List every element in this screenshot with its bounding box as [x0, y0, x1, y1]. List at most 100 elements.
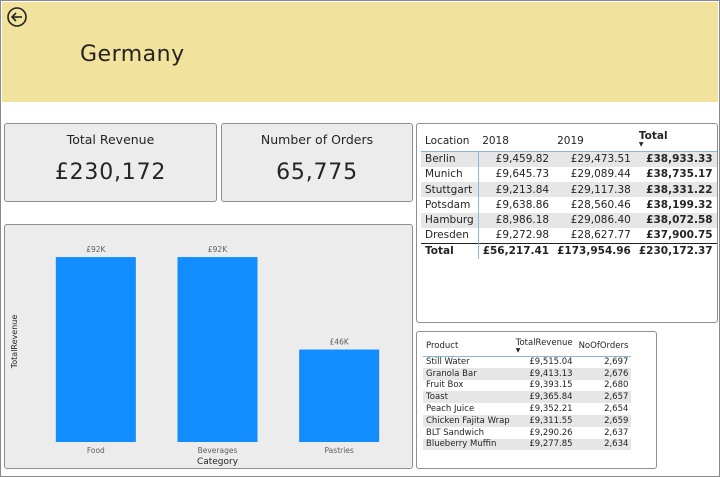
table-row[interactable]: Chicken Fajita Wrap £9,311.55 2,659: [423, 414, 632, 427]
table-row[interactable]: Toast £9,365.84 2,657: [423, 391, 632, 404]
table-row[interactable]: Stuttgart £9,213.84 £29,117.38 £38,331.22: [421, 182, 717, 198]
bar-beverages[interactable]: [177, 257, 258, 442]
product-name-cell: Peach Juice: [426, 404, 475, 415]
table-cell: £9,290.26: [529, 427, 573, 438]
sort-descending-icon: ▼: [515, 347, 521, 355]
column-header-totalrevenue-label: TotalRevenue: [515, 338, 573, 349]
product-name-cell: Toast: [423, 391, 513, 404]
x-tick-label: Pastries: [325, 446, 354, 455]
row-header: Dresden: [421, 227, 479, 244]
data-label: £92K: [208, 245, 228, 254]
table-cell: £38,072.58: [634, 212, 717, 228]
table-cell: 2,697: [604, 357, 629, 368]
table-cell: 2,657: [575, 391, 632, 404]
column-header-2018[interactable]: 2018: [478, 130, 553, 152]
table-cell: £29,117.38: [553, 182, 635, 198]
column-header-product[interactable]: Product: [423, 336, 513, 356]
revenue-by-category-chart[interactable]: £92K Food £92K Beverages £46K Pastries Categor…: [4, 224, 413, 469]
bar-pastries[interactable]: [299, 349, 380, 442]
table-cell: £9,272.98: [495, 229, 550, 242]
total-cell: £173,954.96: [553, 242, 635, 259]
table-cell: £9,365.84: [512, 391, 576, 404]
table-cell: £9,638.86: [495, 199, 550, 212]
x-axis-label: Category: [197, 457, 239, 467]
table-cell: £8,986.18: [478, 212, 554, 228]
table-cell: £9,645.73: [495, 168, 550, 181]
x-tick-label: Beverages: [198, 446, 238, 455]
column-header-noofordders[interactable]: NoOfOrders: [576, 336, 632, 356]
table-cell: £29,086.40: [553, 212, 635, 228]
location-matrix[interactable]: Location 2018 2019 Total ▼ Berlin £9,459.…: [416, 123, 718, 323]
table-cell: 2,659: [575, 414, 632, 427]
y-axis-label: TotalRevenue: [10, 315, 19, 370]
table-row[interactable]: Still Water £9,515.04 2,697: [423, 356, 631, 368]
product-name-cell: Blueberry Muffin: [423, 438, 513, 451]
table-cell: £9,311.55: [512, 414, 576, 427]
total-label: Total: [421, 242, 479, 259]
table-cell: £9,393.15: [529, 380, 573, 391]
column-header-total[interactable]: Total ▼: [635, 130, 717, 152]
table-row[interactable]: Blueberry Muffin £9,277.85 2,634: [423, 438, 632, 451]
table-cell: £38,735.17: [646, 168, 713, 181]
table-row[interactable]: Peach Juice £9,352.21 2,654: [423, 403, 631, 415]
product-name-cell: Still Water: [426, 357, 470, 368]
table-row[interactable]: Munich £9,645.73 £29,089.44 £38,735.17: [421, 166, 717, 183]
column-header-total-label: Total: [638, 130, 668, 142]
table-cell: 2,637: [604, 427, 629, 438]
total-row[interactable]: Total £56,217.41 £173,954.96 £230,172.37: [421, 242, 717, 259]
column-header-2019[interactable]: 2019: [553, 130, 635, 152]
product-name-cell: Fruit Box: [426, 380, 464, 391]
table-cell: £9,213.84: [478, 182, 554, 198]
bar-food[interactable]: [55, 257, 136, 442]
product-name-cell: Granola Bar: [423, 367, 513, 380]
data-label: £92K: [86, 245, 106, 254]
sort-descending-icon: ▼: [638, 141, 644, 148]
bar-chart-svg: £92K Food £92K Beverages £46K Pastries Categor…: [10, 245, 380, 467]
table-cell: £29,473.51: [553, 151, 635, 167]
table-cell: £9,277.85: [512, 438, 576, 451]
column-header-totalrevenue[interactable]: TotalRevenue ▼: [513, 336, 576, 356]
table-row[interactable]: Dresden £9,272.98 £28,627.77 £37,900.75: [421, 227, 717, 244]
table-cell: £29,089.44: [570, 168, 631, 181]
table-cell: £9,459.82: [478, 151, 554, 167]
table-cell: £9,352.21: [529, 404, 573, 415]
table-cell: 2,680: [604, 380, 629, 391]
table-cell: 2,654: [604, 404, 629, 415]
back-arrow-icon[interactable]: [6, 6, 28, 28]
row-header: Berlin: [421, 151, 479, 167]
x-tick-label: Food: [87, 446, 105, 455]
table-row[interactable]: Hamburg £8,986.18 £29,086.40 £38,072.58: [421, 212, 717, 228]
row-header: Stuttgart: [421, 182, 479, 198]
table-row[interactable]: Berlin £9,459.82 £29,473.51 £38,933.33: [421, 151, 717, 167]
total-revenue-card[interactable]: Total Revenue £230,172: [4, 123, 217, 202]
table-cell: £38,199.32: [646, 199, 713, 212]
table-row[interactable]: Potsdam £9,638.86 £28,560.46 £38,199.32: [421, 197, 717, 213]
product-name-cell: BLT Sandwich: [426, 427, 485, 438]
product-table-panel[interactable]: Product TotalRevenue ▼ NoOfOrders Still …: [416, 331, 657, 469]
number-of-orders-value: 65,775: [276, 160, 358, 185]
row-header: Hamburg: [421, 212, 479, 228]
column-header-location[interactable]: Location: [421, 130, 478, 152]
table-row[interactable]: BLT Sandwich £9,290.26 2,637: [423, 427, 631, 439]
table-cell: £9,413.13: [512, 367, 576, 380]
total-revenue-value: £230,172: [54, 160, 167, 185]
product-name-cell: Chicken Fajita Wrap: [423, 414, 513, 427]
number-of-orders-label: Number of Orders: [260, 132, 374, 147]
table-cell: £38,331.22: [634, 182, 717, 198]
table-cell: £37,900.75: [646, 229, 713, 242]
data-label: £46K: [330, 338, 350, 347]
table-row[interactable]: Fruit Box £9,393.15 2,680: [423, 380, 631, 392]
table-row[interactable]: Granola Bar £9,413.13 2,676: [423, 367, 632, 380]
location-table: Location 2018 2019 Total ▼ Berlin £9,459.…: [421, 130, 717, 259]
total-revenue-label: Total Revenue: [66, 132, 155, 147]
page-header: Germany: [2, 2, 718, 102]
table-cell: £28,627.77: [570, 229, 631, 242]
page-title: Germany: [80, 42, 185, 67]
table-cell: £28,560.46: [570, 199, 631, 212]
number-of-orders-card[interactable]: Number of Orders 65,775: [221, 123, 413, 202]
total-cell: £230,172.37: [634, 242, 717, 259]
table-cell: 2,634: [575, 438, 632, 451]
table-cell: 2,676: [575, 367, 632, 380]
row-header: Munich: [421, 166, 479, 183]
table-cell: £9,515.04: [529, 357, 573, 368]
